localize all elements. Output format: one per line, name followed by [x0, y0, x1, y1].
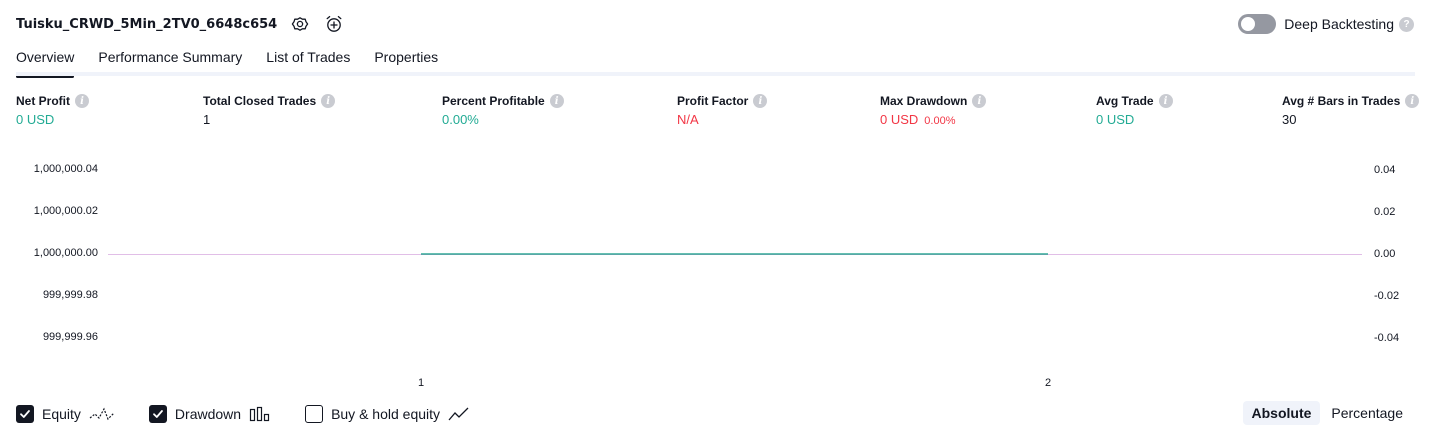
info-icon[interactable]: i	[75, 94, 89, 108]
equity-checkbox[interactable]	[16, 405, 34, 423]
metric-net-profit: Net Profit i 0 USD	[16, 93, 89, 127]
metric-label: Avg # Bars in Trades	[1282, 94, 1401, 108]
tab-properties[interactable]: Properties	[374, 46, 438, 72]
equity-line-icon	[89, 406, 115, 422]
strategy-name: Tuisku_CRWD_5Min_2TV0_6648c654	[16, 16, 278, 32]
metrics-row: Net Profit i 0 USD Total Closed Trades i 1…	[0, 93, 1431, 133]
info-icon[interactable]: i	[321, 94, 336, 108]
tab-list-of-trades[interactable]: List of Trades	[266, 46, 350, 72]
value-mode-switch: Absolute Percentage	[1242, 401, 1413, 425]
drawdown-bars-icon	[249, 406, 271, 422]
metric-label: Avg Trade	[1096, 94, 1154, 108]
buy-hold-toggle[interactable]: Buy & hold equity	[305, 405, 470, 423]
add-alert-icon[interactable]	[323, 13, 345, 35]
metric-value: 0 USD 0.00%	[880, 112, 986, 127]
absolute-button[interactable]: Absolute	[1242, 401, 1321, 425]
buy-hold-checkbox[interactable]	[305, 405, 324, 423]
buy-hold-label: Buy & hold equity	[331, 406, 441, 422]
tabs-divider	[16, 72, 1415, 76]
metric-avg-bars: Avg # Bars in Trades i 30	[1282, 93, 1420, 127]
equity-label: Equity	[42, 406, 81, 422]
info-icon[interactable]: i	[1405, 94, 1420, 108]
x-axis-tick: 2	[1045, 377, 1052, 389]
metric-value: N/A	[677, 112, 699, 127]
metric-value-percent: 0.00%	[924, 115, 956, 127]
metric-value: 0 USD	[1096, 112, 1135, 127]
metric-value-amount: 0 USD	[880, 112, 919, 127]
metric-label: Max Drawdown	[880, 94, 968, 108]
equity-toggle[interactable]: Equity	[16, 405, 115, 423]
deep-backtesting: Deep Backtesting ?	[1238, 13, 1414, 35]
metric-total-closed-trades: Total Closed Trades i 1	[203, 93, 336, 127]
info-icon[interactable]: i	[1158, 94, 1173, 108]
metric-avg-trade: Avg Trade i 0 USD	[1096, 93, 1173, 127]
metric-value: 0 USD	[16, 112, 55, 127]
tab-bar: Overview Performance Summary List of Tra…	[16, 46, 462, 78]
metric-label: Net Profit	[16, 94, 70, 108]
legend-bar: Equity Drawdown Buy & hold equity	[16, 403, 504, 425]
metric-percent-profitable: Percent Profitable i 0.00%	[442, 93, 564, 127]
help-icon[interactable]: ?	[1399, 16, 1414, 32]
metric-max-drawdown: Max Drawdown i 0 USD 0.00%	[880, 93, 987, 127]
metric-value: 30	[1282, 112, 1297, 127]
metric-label: Percent Profitable	[442, 94, 545, 108]
percentage-button[interactable]: Percentage	[1322, 401, 1412, 425]
toggle-knob	[1241, 17, 1256, 31]
tab-performance-summary[interactable]: Performance Summary	[98, 46, 242, 72]
metric-profit-factor: Profit Factor i N/A	[677, 93, 768, 127]
metric-value: 0.00%	[442, 112, 479, 127]
info-icon[interactable]: i	[549, 94, 564, 108]
metric-label: Total Closed Trades	[203, 94, 317, 108]
equity-chart[interactable]	[0, 140, 1431, 370]
drawdown-checkbox[interactable]	[148, 405, 167, 423]
metric-label: Profit Factor	[677, 94, 749, 108]
info-icon[interactable]: i	[972, 94, 987, 108]
drawdown-toggle[interactable]: Drawdown	[148, 405, 271, 423]
settings-icon[interactable]	[289, 13, 311, 35]
metric-value: 1	[203, 112, 211, 127]
deep-backtesting-toggle[interactable]	[1238, 14, 1277, 34]
drawdown-label: Drawdown	[174, 406, 242, 422]
strategy-header: Tuisku_CRWD_5Min_2TV0_6648c654	[16, 12, 345, 36]
buy-hold-line-icon	[448, 406, 470, 422]
tab-overview[interactable]: Overview	[16, 46, 75, 78]
info-icon[interactable]: i	[753, 94, 768, 108]
x-axis-tick: 1	[418, 377, 425, 389]
deep-backtesting-label: Deep Backtesting	[1284, 16, 1394, 32]
